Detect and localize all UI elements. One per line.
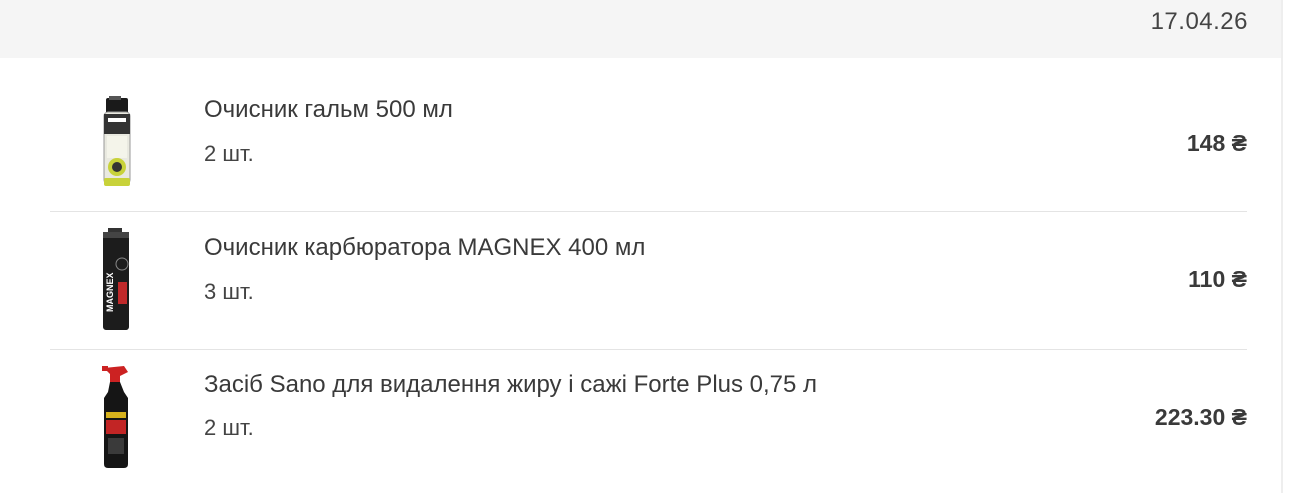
item-quantity: 2 шт.: [204, 415, 254, 440]
item-price: 223.30 ₴: [1154, 404, 1247, 430]
spray-bottle-icon: [80, 350, 152, 487]
item-name[interactable]: Очисник гальм 500 мл: [204, 96, 453, 124]
order-panel: 17.04.26 Очисник гальм 500 мл 2 шт. 148 …: [0, 0, 1281, 493]
item-name[interactable]: Засіб Sano для видалення жиру і сажі For…: [204, 371, 817, 399]
order-item-row[interactable]: Засіб Sano для видалення жиру і сажі For…: [50, 350, 1247, 487]
order-item-row[interactable]: Очисник гальм 500 мл 2 шт. 148 ₴: [50, 74, 1247, 212]
svg-text:MAGNEX: MAGNEX: [105, 272, 115, 312]
item-quantity: 3 шт.: [204, 279, 254, 304]
item-name[interactable]: Очисник карбюратора MAGNEX 400 мл: [204, 234, 645, 262]
order-header: 17.04.26: [0, 0, 1281, 58]
item-price: 110 ₴: [1188, 266, 1247, 292]
order-item-row[interactable]: MAGNEX Очисник карбюратора MAGNEX 400 мл…: [50, 212, 1247, 350]
carburetor-cleaner-can-icon: MAGNEX: [80, 212, 152, 349]
brake-cleaner-can-icon: [80, 74, 152, 211]
order-date: 17.04.26: [1150, 8, 1248, 35]
panel-border: [1281, 0, 1283, 493]
item-quantity: 2 шт.: [204, 141, 254, 166]
item-price: 148 ₴: [1186, 130, 1247, 156]
